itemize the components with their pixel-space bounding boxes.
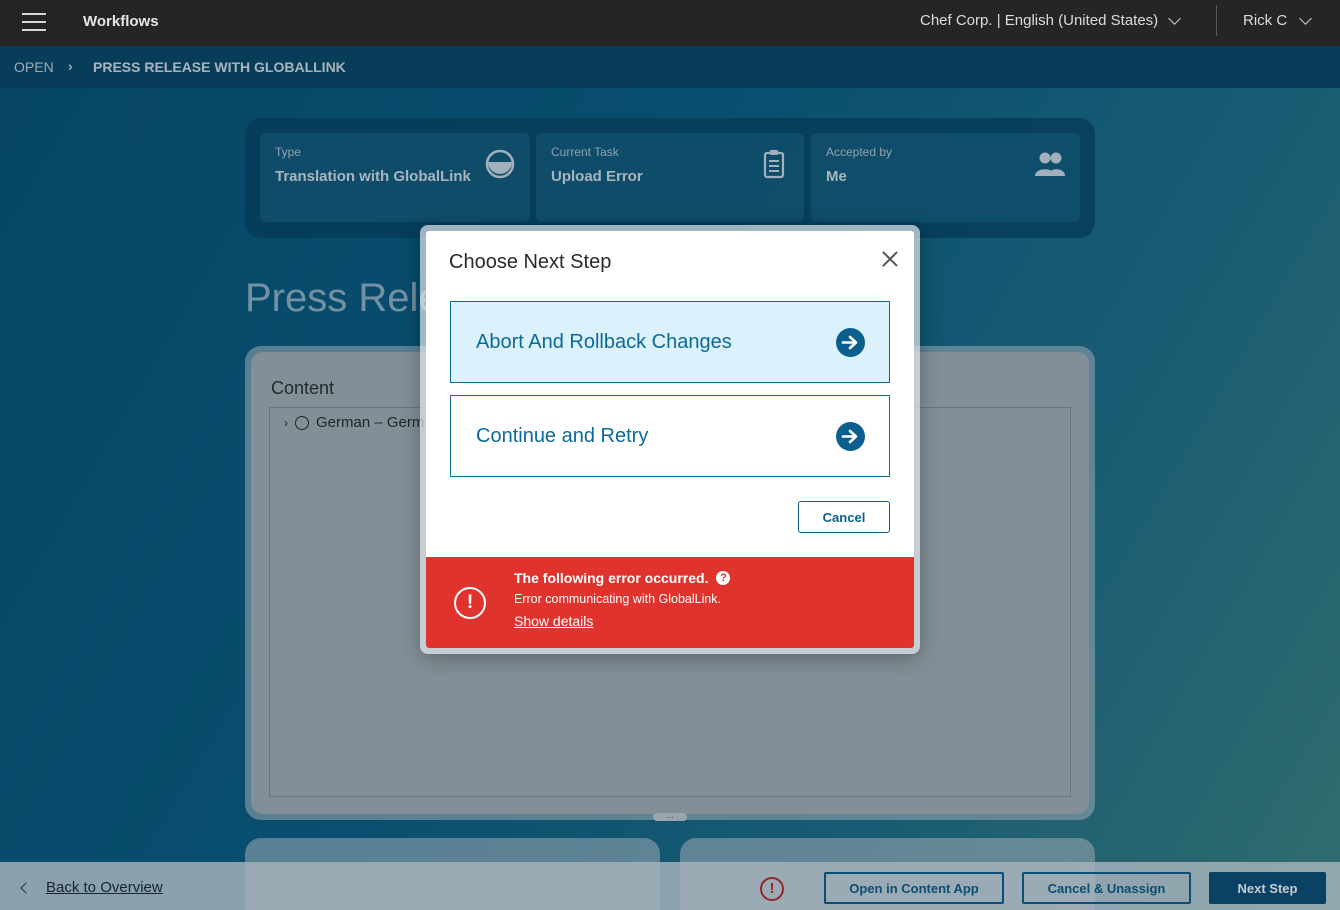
close-icon[interactable] bbox=[880, 249, 900, 269]
dialog-title: Choose Next Step bbox=[449, 251, 612, 273]
chevron-down-icon bbox=[1168, 11, 1182, 25]
user-name: Rick C bbox=[1243, 12, 1288, 29]
error-alert-icon: ! bbox=[454, 587, 486, 619]
app-title: Workflows bbox=[83, 13, 159, 30]
user-menu[interactable]: Rick C bbox=[1243, 11, 1313, 29]
cancel-button[interactable]: Cancel bbox=[798, 501, 890, 533]
error-title-text: The following error occurred. bbox=[514, 570, 709, 586]
option-label: Continue and Retry bbox=[476, 425, 649, 447]
error-message: Error communicating with GlobalLink. bbox=[514, 592, 722, 606]
site-locale-selector[interactable]: Chef Corp. | English (United States) bbox=[920, 11, 1182, 29]
site-locale-label: Chef Corp. | English (United States) bbox=[920, 12, 1159, 29]
arrow-right-icon bbox=[836, 422, 865, 451]
arrow-right-icon bbox=[836, 328, 865, 357]
error-title: The following error occurred. ? bbox=[514, 570, 731, 586]
option-continue-retry[interactable]: Continue and Retry bbox=[450, 395, 890, 477]
hamburger-menu-icon[interactable] bbox=[22, 13, 46, 31]
option-abort-rollback[interactable]: Abort And Rollback Changes bbox=[450, 301, 890, 383]
error-banner: ! The following error occurred. ? Error … bbox=[426, 557, 914, 648]
topbar-divider bbox=[1216, 5, 1217, 36]
choose-next-step-dialog: Choose Next Step Abort And Rollback Chan… bbox=[426, 231, 914, 648]
option-label: Abort And Rollback Changes bbox=[476, 331, 732, 353]
chevron-down-icon bbox=[1299, 11, 1313, 25]
help-icon[interactable]: ? bbox=[716, 571, 731, 585]
top-bar: Workflows Chef Corp. | English (United S… bbox=[0, 0, 1340, 46]
show-details-link[interactable]: Show details bbox=[514, 613, 593, 629]
